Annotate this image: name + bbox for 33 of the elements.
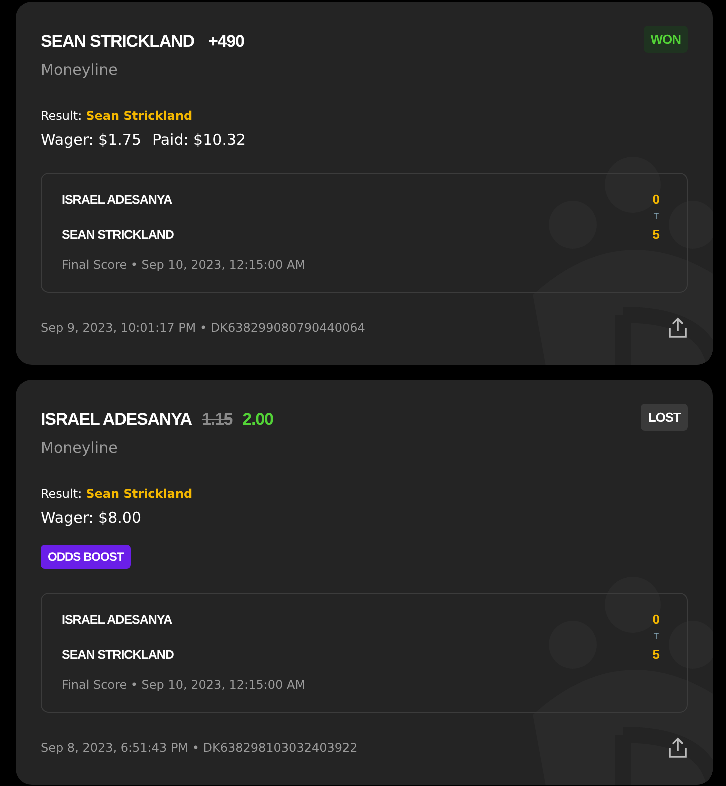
share-icon[interactable]	[668, 737, 688, 759]
selection-name: SEAN STRICKLAND	[41, 32, 194, 52]
placed-info: Sep 9, 2023, 10:01:17 PM • DK638299080790440064	[41, 321, 366, 335]
odds: 1.15	[202, 410, 233, 430]
selection-name: ISRAEL ADESANYA	[41, 410, 192, 430]
result-value: Sean Strickland	[86, 109, 193, 123]
placed-info: Sep 8, 2023, 6:51:43 PM • DK638298103032403922	[41, 741, 358, 755]
odds: 2.00	[242, 410, 274, 430]
final-score-text: Final Score • Sep 10, 2023, 12:15:00 AM	[62, 258, 307, 272]
final-score-text: Final Score • Sep 10, 2023, 12:15:00 AM	[62, 678, 307, 692]
fighter-name: ISRAEL ADESANYA	[62, 192, 174, 206]
status-badge: LOST	[641, 404, 688, 431]
amount-text: Paid: $10.32	[152, 131, 246, 149]
amount-text: Wager: $1.75	[41, 131, 142, 149]
fighter-name: SEAN STRICKLAND	[62, 228, 175, 242]
separator-text: T	[652, 631, 660, 643]
result-label: Result:	[41, 487, 82, 501]
amount-text: Wager: $8.00	[41, 509, 142, 527]
score: 5	[652, 227, 660, 242]
market-label: Moneyline	[41, 439, 119, 457]
result-value: Sean Strickland	[86, 487, 193, 501]
fighter-name: SEAN STRICKLAND	[62, 648, 175, 662]
score: 5	[652, 647, 660, 662]
market-label: Moneyline	[41, 61, 119, 79]
result-label: Result:	[41, 109, 82, 123]
score: 0	[652, 612, 660, 627]
status-badge: WON	[644, 26, 688, 53]
separator-text: T	[652, 211, 660, 223]
odds: +490	[208, 32, 244, 52]
share-icon[interactable]	[668, 317, 688, 339]
odds-boost-badge: ODDS BOOST	[41, 545, 131, 569]
fighter-name: ISRAEL ADESANYA	[62, 612, 174, 626]
score: 0	[652, 192, 660, 207]
